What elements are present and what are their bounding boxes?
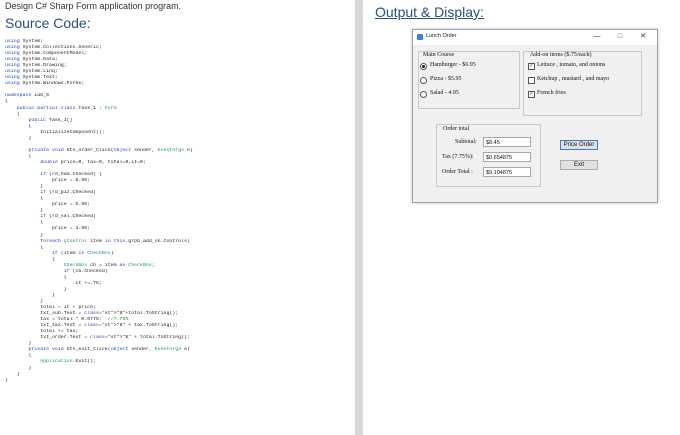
ketchup-checkbox[interactable] [528,77,535,84]
minimize-icon[interactable]: — [591,32,603,42]
source-code-panel: Design C# Sharp Form application program… [0,0,350,435]
ketchup-label: Ketchup , mustard , and mayo [537,76,610,82]
lettuce-checkbox[interactable]: ✓ [528,63,535,70]
task-description: Design C# Sharp Form application program… [5,1,182,11]
pizza-radio[interactable] [420,77,427,84]
output-heading: Output & Display: [375,4,484,20]
close-icon[interactable]: ✕ [637,32,649,42]
title-bar: Lunch Order — □ ✕ [413,30,657,45]
french-fries-label: French fries [537,90,566,96]
code-listing: using System; using System.Collections.Ge… [5,39,350,384]
salad-label: Salad - 4.95 [430,90,459,96]
add-on-label: Add-on items ($.75/each) [530,52,592,58]
tax-label: Tax (7.75%): [442,154,474,160]
salad-radio[interactable] [420,91,427,98]
order-total-field[interactable]: $9.104875 [483,167,531,177]
main-course-label: Main Course [423,52,455,58]
lettuce-label: Lettuce , tomato, and onions [537,62,606,68]
hamburger-radio[interactable] [420,63,427,70]
order-total-label: Order total [443,126,470,132]
add-on-group [523,51,642,116]
french-fries-checkbox[interactable]: ✓ [528,91,535,98]
window-title: Lunch Order [426,33,457,39]
order-total-field-label: Order Total : [442,169,473,175]
lunch-order-window: Lunch Order — □ ✕ Main Course Hamburger … [412,29,658,203]
code-line: } [5,377,8,383]
hamburger-label: Hamburger - $6.95 [430,62,476,68]
pizza-label: Pizza - $5.95 [430,76,462,82]
maximize-icon[interactable]: □ [614,32,626,42]
app-icon [417,34,423,40]
tax-field[interactable]: $0.654875 [483,152,531,162]
price-order-button[interactable]: Price Order [560,140,598,150]
output-panel: Output & Display: Lunch Order — □ ✕ Main… [363,0,680,435]
source-code-heading: Source Code: [5,15,91,31]
exit-button[interactable]: Exit [560,160,598,170]
subtotal-field[interactable]: $8.45 [483,137,531,147]
panel-divider [355,0,363,435]
subtotal-label: Subtotal: [455,139,477,145]
